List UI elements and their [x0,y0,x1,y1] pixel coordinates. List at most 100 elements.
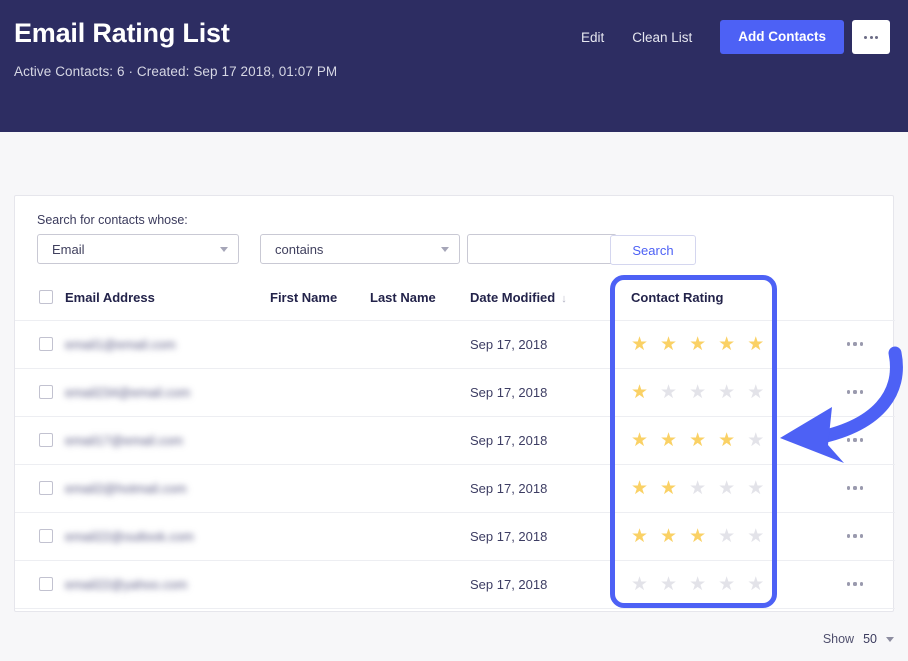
star-icon[interactable]: ★ [747,527,764,546]
star-icon[interactable]: ★ [747,383,764,402]
chevron-down-icon [441,246,449,252]
email-address-redacted: email1@email.com [65,336,176,352]
star-icon[interactable]: ★ [660,383,677,402]
star-icon[interactable]: ★ [747,431,764,450]
star-rating[interactable]: ★ ★ ★ ★ ★ [615,431,815,450]
cell-row-actions [815,368,895,417]
star-icon[interactable]: ★ [631,383,648,402]
column-header-email[interactable]: Email Address [65,275,270,321]
row-checkbox[interactable] [39,577,53,591]
row-menu-button[interactable] [815,438,895,442]
star-icon[interactable]: ★ [689,335,706,354]
search-term-input[interactable] [467,234,617,264]
cell-first-name [270,560,370,609]
table-row[interactable]: email2@hotmail.com Sep 17, 2018 ★ ★ ★ ★ ★ [15,464,895,513]
clean-list-button[interactable]: Clean List [618,22,706,53]
page-header: Email Rating List Active Contacts: 6 · C… [0,0,908,132]
column-header-last-name[interactable]: Last Name [370,275,470,321]
star-icon[interactable]: ★ [718,527,735,546]
star-icon[interactable]: ★ [660,431,677,450]
star-icon[interactable]: ★ [631,527,648,546]
cell-contact-rating[interactable]: ★ ★ ★ ★ ★ [615,320,815,369]
cell-email[interactable]: email234@email.com [65,368,270,417]
row-menu-button[interactable] [815,390,895,394]
star-icon[interactable]: ★ [689,575,706,594]
star-icon[interactable]: ★ [689,527,706,546]
star-icon[interactable]: ★ [689,431,706,450]
chevron-down-icon[interactable] [886,636,894,642]
cell-contact-rating[interactable]: ★ ★ ★ ★ ★ [615,512,815,561]
star-icon[interactable]: ★ [689,383,706,402]
star-icon[interactable]: ★ [718,479,735,498]
cell-email[interactable]: email22@outlook.com [65,512,270,561]
contacts-table: Email Address First Name Last Name Date … [15,275,895,609]
table-row[interactable]: email234@email.com Sep 17, 2018 ★ ★ ★ ★ ★ [15,368,895,417]
star-rating[interactable]: ★ ★ ★ ★ ★ [615,575,815,594]
cell-contact-rating[interactable]: ★ ★ ★ ★ ★ [615,368,815,417]
star-icon[interactable]: ★ [631,479,648,498]
search-field-select[interactable]: Email [37,234,239,264]
email-address-redacted: email234@email.com [65,384,191,400]
table-row[interactable]: email17@email.com Sep 17, 2018 ★ ★ ★ ★ ★ [15,416,895,465]
star-rating[interactable]: ★ ★ ★ ★ ★ [615,527,815,546]
cell-contact-rating[interactable]: ★ ★ ★ ★ ★ [615,560,815,609]
table-row[interactable]: email22@yahoo.com Sep 17, 2018 ★ ★ ★ ★ ★ [15,560,895,609]
star-icon[interactable]: ★ [718,383,735,402]
row-checkbox[interactable] [39,481,53,495]
star-icon[interactable]: ★ [631,431,648,450]
select-all-checkbox[interactable] [39,290,53,305]
cell-email[interactable]: email2@hotmail.com [65,464,270,513]
cell-last-name [370,464,470,513]
row-select-cell [15,560,65,609]
star-icon[interactable]: ★ [689,479,706,498]
cell-email[interactable]: email22@yahoo.com [65,560,270,609]
star-icon[interactable]: ★ [660,527,677,546]
row-checkbox[interactable] [39,529,53,543]
row-menu-button[interactable] [815,342,895,346]
row-menu-button[interactable] [815,486,895,490]
star-icon[interactable]: ★ [631,575,648,594]
column-header-date-modified-label: Date Modified [470,289,556,305]
row-checkbox[interactable] [39,433,53,447]
edit-button[interactable]: Edit [567,22,618,53]
table-header: Email Address First Name Last Name Date … [15,275,895,321]
pagination-controls: Show 50 [823,632,894,646]
more-options-button[interactable] [852,20,890,54]
star-icon[interactable]: ★ [747,575,764,594]
cell-email[interactable]: email1@email.com [65,320,270,369]
star-icon[interactable]: ★ [631,335,648,354]
star-icon[interactable]: ★ [718,431,735,450]
table-row[interactable]: email1@email.com Sep 17, 2018 ★ ★ ★ ★ ★ [15,320,895,369]
star-icon[interactable]: ★ [660,479,677,498]
page-size-value[interactable]: 50 [863,632,877,646]
table-row[interactable]: email22@outlook.com Sep 17, 2018 ★ ★ ★ ★ ★ [15,512,895,561]
cell-email[interactable]: email17@email.com [65,416,270,465]
add-contacts-button[interactable]: Add Contacts [720,20,844,54]
star-icon[interactable]: ★ [747,479,764,498]
star-icon[interactable]: ★ [718,575,735,594]
row-checkbox[interactable] [39,385,53,399]
row-menu-button[interactable] [815,534,895,538]
row-menu-button[interactable] [815,582,895,586]
row-checkbox[interactable] [39,337,53,351]
star-icon[interactable]: ★ [747,335,764,354]
column-header-first-name[interactable]: First Name [270,275,370,321]
column-header-contact-rating[interactable]: Contact Rating [615,275,815,321]
search-panel-label: Search for contacts whose: [37,213,188,227]
cell-contact-rating[interactable]: ★ ★ ★ ★ ★ [615,464,815,513]
star-rating[interactable]: ★ ★ ★ ★ ★ [615,335,815,354]
star-icon[interactable]: ★ [660,575,677,594]
cell-contact-rating[interactable]: ★ ★ ★ ★ ★ [615,416,815,465]
search-operator-select[interactable]: contains [260,234,460,264]
table-body: email1@email.com Sep 17, 2018 ★ ★ ★ ★ ★ email23… [15,320,895,609]
star-icon[interactable]: ★ [660,335,677,354]
cell-date-modified: Sep 17, 2018 [470,320,615,369]
star-rating[interactable]: ★ ★ ★ ★ ★ [615,479,815,498]
row-select-cell [15,416,65,465]
chevron-down-icon [220,246,228,252]
column-header-date-modified[interactable]: Date Modified ↓ [470,275,615,321]
email-address-redacted: email2@hotmail.com [65,480,187,496]
star-rating[interactable]: ★ ★ ★ ★ ★ [615,383,815,402]
star-icon[interactable]: ★ [718,335,735,354]
search-button[interactable]: Search [610,235,696,265]
